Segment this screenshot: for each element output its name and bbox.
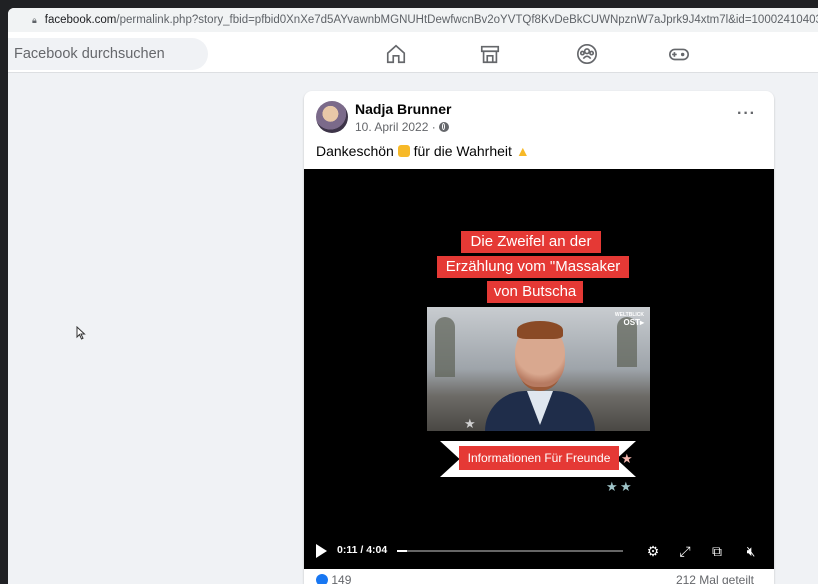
post-caption: Dankeschön für die Wahrheit ▲ (316, 143, 530, 159)
globe-icon (438, 122, 449, 132)
home-icon[interactable] (383, 43, 409, 65)
picture-in-picture-icon[interactable]: ⧉ (708, 542, 726, 560)
star-icon: ★ (620, 479, 632, 494)
reactions-count[interactable]: 149 (331, 573, 351, 584)
play-icon[interactable] (316, 544, 327, 558)
post-meta: 10. April 2022 · (355, 120, 449, 134)
marketplace-icon[interactable] (477, 43, 503, 65)
star-icon: ★ (606, 479, 618, 494)
post-date[interactable]: 10. April 2022 · (355, 120, 436, 134)
video-title-line-2: Erzählung vom "Massaker (437, 256, 629, 278)
thumbs-up-icon: ▲ (515, 143, 530, 159)
video-thumbnail: WELTBLICK OST▸ (427, 307, 650, 431)
shares-count[interactable]: 212 Mal geteilt (676, 573, 754, 584)
mouse-cursor-icon (76, 325, 86, 345)
gaming-icon[interactable] (666, 43, 692, 65)
search-input[interactable]: Facebook durchsuchen (8, 38, 208, 70)
groups-icon[interactable] (574, 43, 600, 65)
url-host: facebook.com (44, 14, 117, 26)
url-path: /permalink.php?story_fbid=pfbid0XnXe7d5A… (116, 14, 818, 26)
progress-track[interactable] (397, 550, 623, 552)
video-title-line-1: Die Zweifel an der (461, 231, 601, 253)
address-bar[interactable]: 🔒︎ facebook.com /permalink.php?story_fbi… (8, 8, 818, 33)
avatar[interactable] (316, 101, 348, 133)
reactions-bar: 149 212 Mal geteilt (316, 573, 762, 584)
clapping-hands-icon (397, 145, 410, 157)
facebook-topbar: Facebook durchsuchen (8, 32, 818, 73)
video-player[interactable]: Die Zweifel an der Erzählung vom "Massak… (304, 169, 774, 569)
progress-fill (397, 550, 408, 552)
star-icon: ★ (464, 416, 476, 431)
video-time: 0:11 / 4:04 (337, 544, 388, 556)
star-icon: ★ (621, 451, 633, 466)
video-controls: 0:11 / 4:04 ⚙ ⤢ ⧉ 🔇︎ (304, 533, 774, 569)
video-title-line-3: von Butscha (487, 281, 583, 303)
post-author[interactable]: Nadja Brunner (355, 101, 451, 117)
more-options-button[interactable]: ··· (737, 105, 756, 123)
channel-logo: WELTBLICK OST▸ (614, 312, 644, 327)
like-reaction-icon (316, 574, 328, 584)
lock-icon: 🔒︎ (32, 14, 37, 25)
caption-end: für die Wahrheit (413, 143, 512, 159)
mute-icon[interactable]: 🔇︎ (742, 542, 760, 560)
browser-frame: 🔒︎ facebook.com /permalink.php?story_fbi… (8, 8, 818, 584)
settings-gear-icon[interactable]: ⚙ (644, 542, 662, 560)
fullscreen-icon[interactable]: ⤢ (676, 542, 694, 560)
post-card: Nadja Brunner 10. April 2022 · ··· Danke… (304, 91, 774, 584)
video-banner: Informationen Für Freunde (459, 446, 619, 470)
caption-start: Dankeschön (316, 143, 394, 159)
